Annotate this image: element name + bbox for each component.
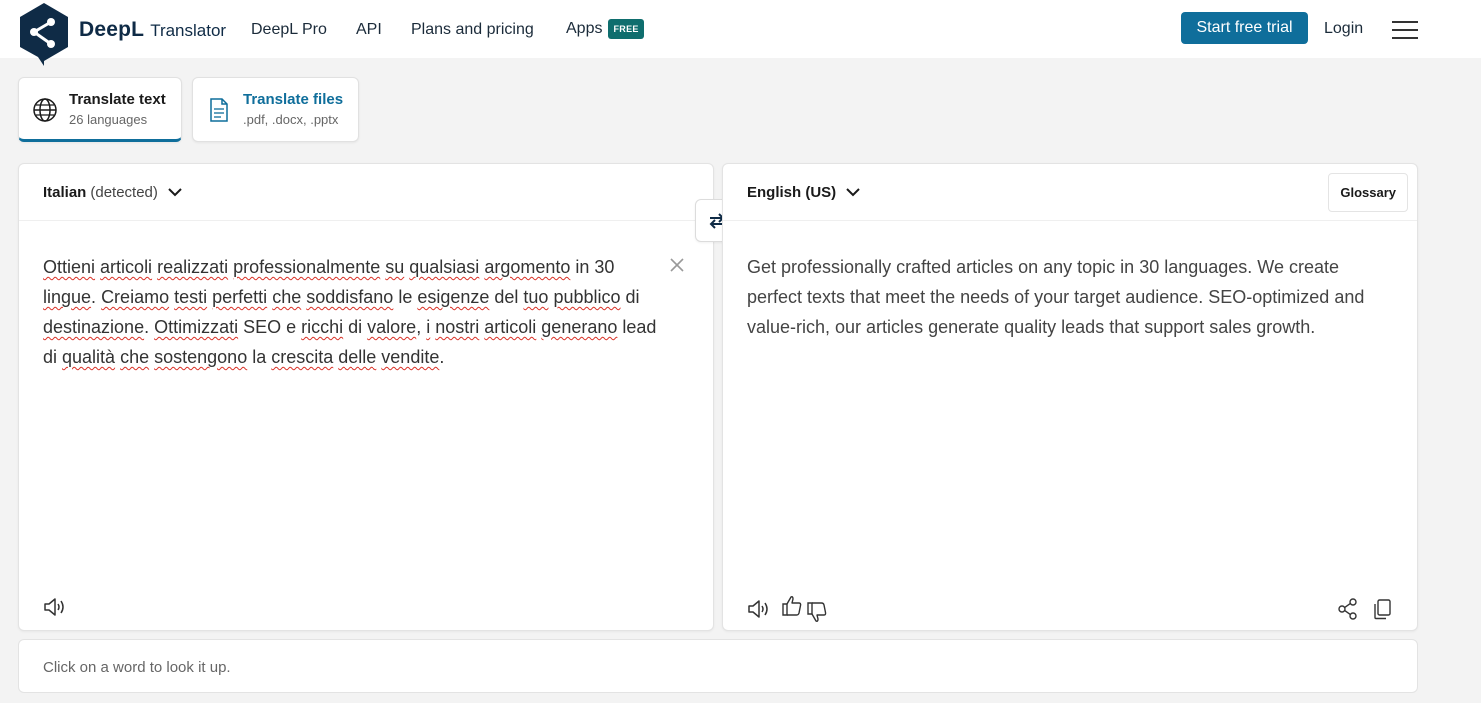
nav-apps-label: Apps [566,20,603,37]
source-panel: Italian (detected) Ottieni articoli real… [18,163,714,631]
free-badge: FREE [608,19,644,39]
misspelled-word: valore [367,317,417,337]
misspelled-word: ricchi [301,317,344,337]
misspelled-word: lingue [43,287,92,307]
source-language-select[interactable]: Italian (detected) [43,184,182,201]
misspelled-word: nostri [435,317,480,337]
misspelled-word: Ottimizzati [154,317,239,337]
misspelled-word: su [385,257,405,277]
source-text-fragment: . [91,287,102,307]
misspelled-word: qualsiasi [409,257,480,277]
dictionary-panel: Click on a word to look it up. [18,639,1418,693]
misspelled-word: realizzati [157,257,229,277]
misspelled-word: generano [541,317,618,337]
misspelled-word: destinazione [43,317,145,337]
target-text[interactable]: Get professionally crafted articles on a… [747,252,1387,342]
source-text-fragment: di [620,287,640,307]
thumbs-down-icon[interactable] [805,600,829,624]
thumbs-up-icon[interactable] [780,594,804,618]
misspelled-word: argomento [484,257,571,277]
source-text-fragment: del [489,287,524,307]
glossary-button[interactable]: Glossary [1328,173,1408,212]
tab-translate-text[interactable]: Translate text 26 languages [18,77,182,142]
misspelled-word: Creiamo [101,287,170,307]
brand[interactable]: DeepL Translator [79,18,226,42]
nav-deepl-pro[interactable]: DeepL Pro [251,21,327,39]
top-header: DeepL Translator DeepL Pro API Plans and… [0,0,1481,66]
misspelled-word: articoli [484,317,537,337]
nav-plans-pricing[interactable]: Plans and pricing [411,21,534,39]
misspelled-word: testi [174,287,208,307]
misspelled-word: Ottieni [43,257,96,277]
source-textarea[interactable]: Ottieni articoli realizzati professional… [43,252,663,372]
source-text-fragment: SEO e [238,317,302,337]
target-language-select[interactable]: English (US) [747,184,860,201]
tab-translate-files-sub: .pdf, .docx, .pptx [243,112,339,127]
misspelled-word: perfetti [212,287,268,307]
tab-translate-text-title: Translate text [69,91,166,108]
target-language: English (US) [747,184,837,201]
nav-api[interactable]: API [356,21,382,39]
chevron-down-icon [846,188,860,197]
source-text-fragment: . [144,317,155,337]
misspelled-word: crescita [271,347,334,367]
document-icon [210,98,228,122]
deepl-logo-icon[interactable] [18,2,70,66]
tab-translate-text-sub: 26 languages [69,112,148,127]
misspelled-word: delle [338,347,377,367]
source-text-fragment: . [439,347,445,367]
dictionary-hint: Click on a word to look it up. [43,659,231,676]
source-panel-header: Italian (detected) [19,164,713,221]
source-language: Italian [43,184,87,201]
login-link[interactable]: Login [1324,20,1363,38]
source-text-fragment: in 30 [570,257,615,277]
target-panel-header: English (US) Glossary [723,164,1417,221]
brand-name: DeepL [79,18,145,41]
nav-apps[interactable]: Apps FREE [566,19,644,39]
target-panel: English (US) Glossary Get professionally… [722,163,1418,631]
misspelled-word: tuo [523,287,549,307]
source-text-fragment: le [393,287,418,307]
misspelled-word: sostengono [154,347,248,367]
start-free-trial-button[interactable]: Start free trial [1181,12,1308,44]
misspelled-word: professionalmente [233,257,381,277]
source-text-fragment: la [247,347,272,367]
misspelled-word: soddisfano [306,287,394,307]
misspelled-word: articoli [100,257,153,277]
menu-icon[interactable] [1392,20,1418,40]
source-text-fragment: di [343,317,368,337]
copy-icon[interactable] [1371,598,1393,620]
share-icon[interactable] [1337,598,1359,620]
speaker-icon[interactable] [43,596,69,618]
misspelled-word: esigenze [417,287,490,307]
misspelled-word: che [120,347,150,367]
tab-translate-files-title: Translate files [243,91,344,108]
source-detected: (detected) [90,184,158,201]
chevron-down-icon [168,188,182,197]
speaker-icon[interactable] [747,598,773,620]
brand-subtitle: Translator [150,21,227,40]
tab-translate-files[interactable]: Translate files .pdf, .docx, .pptx [192,77,359,142]
misspelled-word: qualità [62,347,116,367]
misspelled-word: vendite [381,347,440,367]
close-icon[interactable] [670,258,684,272]
source-text-fragment: , [416,317,427,337]
misspelled-word: pubblico [553,287,621,307]
misspelled-word: che [272,287,302,307]
globe-icon [33,98,57,122]
